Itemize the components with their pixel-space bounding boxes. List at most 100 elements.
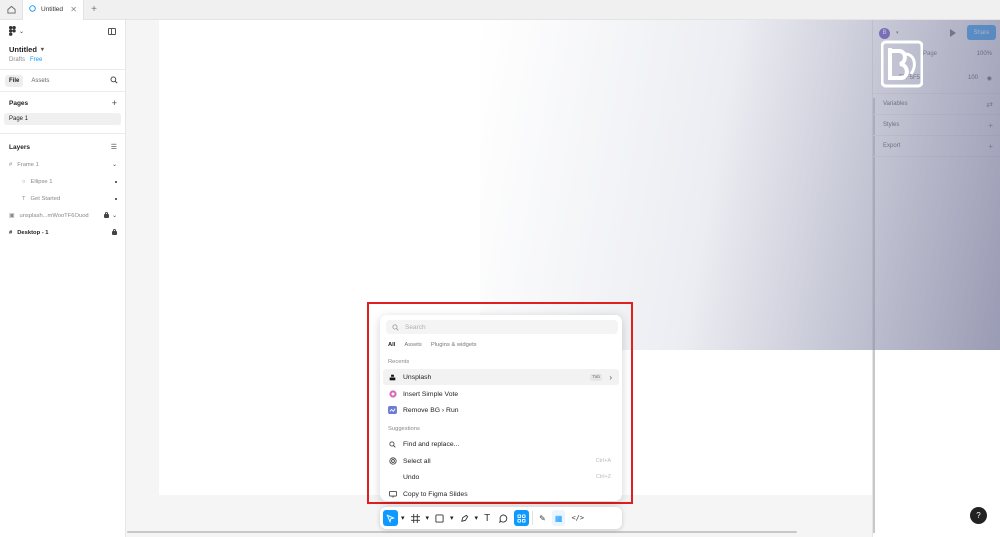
tab-assets[interactable]: Assets xyxy=(27,75,53,87)
text-icon: T xyxy=(22,195,26,202)
pen-tool-button[interactable] xyxy=(457,510,472,526)
chevron-down-icon[interactable]: ▾ xyxy=(896,30,899,36)
page-item[interactable]: Page 1 xyxy=(4,113,121,125)
chevron-down-icon[interactable]: ▾ xyxy=(426,514,430,522)
close-icon[interactable]: ✕ xyxy=(70,5,77,14)
add-style-icon[interactable]: + xyxy=(988,121,993,130)
comment-tool-button[interactable] xyxy=(496,510,511,526)
frame-tool-button[interactable] xyxy=(408,510,423,526)
item-label: Undo xyxy=(403,473,420,481)
recent-item-unsplash[interactable]: Unsplash Tab › xyxy=(383,369,619,385)
tab-bar: Untitled ✕ + xyxy=(0,0,1000,20)
chevron-right-icon[interactable]: › xyxy=(609,373,612,382)
vote-plugin-icon xyxy=(388,390,397,399)
fill-opacity[interactable]: 100 xyxy=(968,75,978,81)
item-label: Insert Simple Vote xyxy=(403,390,459,398)
chevron-down-icon[interactable]: ⌄ xyxy=(112,162,117,168)
tab-assets[interactable]: Assets xyxy=(402,341,423,349)
divider xyxy=(0,133,125,134)
layer-desktop[interactable]: # Desktop - 1 xyxy=(0,224,125,241)
tab-file[interactable]: File xyxy=(5,74,24,87)
actions-button[interactable] xyxy=(514,510,530,526)
page-label: Page xyxy=(923,51,938,57)
shortcut-text: Ctrl+Z xyxy=(595,474,611,480)
visibility-dot-icon[interactable] xyxy=(115,180,117,183)
frame-icon: # xyxy=(9,229,13,236)
undo-icon xyxy=(388,473,397,482)
plan-badge[interactable]: Free xyxy=(30,57,42,63)
search-icon xyxy=(392,323,399,331)
item-label: Find and replace... xyxy=(403,440,460,448)
present-icon[interactable] xyxy=(950,29,956,37)
chevron-down-icon: ▾ xyxy=(40,47,44,53)
move-tool-icon xyxy=(386,513,395,523)
visibility-dot-icon[interactable] xyxy=(115,197,117,200)
file-title[interactable]: Untitled ▾ xyxy=(9,45,116,54)
layer-label: unsplash...mWooTF6Ouod xyxy=(19,212,89,219)
recent-item-remove-bg[interactable]: Remove BG › Run xyxy=(383,402,619,418)
figma-file-icon xyxy=(29,5,36,14)
suggestion-find-replace[interactable]: Find and replace... xyxy=(383,436,619,452)
ellipse-icon: ○ xyxy=(22,178,26,185)
rectangle-tool-button[interactable] xyxy=(432,510,447,526)
shortcut-badge: Tab xyxy=(590,373,602,381)
styles-section: Styles + xyxy=(873,115,1000,136)
lock-icon[interactable] xyxy=(112,228,117,235)
layer-text[interactable]: T Get Started xyxy=(0,190,125,207)
quick-actions-search[interactable]: Search xyxy=(386,320,618,334)
layer-label: Get Started xyxy=(30,195,61,202)
chevron-down-icon[interactable]: ⌄ xyxy=(112,213,117,219)
figma-logo-icon xyxy=(9,26,16,36)
drafts-label[interactable]: Drafts xyxy=(9,57,25,63)
help-button[interactable]: ? xyxy=(970,507,987,524)
tab-all[interactable]: All xyxy=(386,341,397,349)
design-mode-button[interactable]: ▦ xyxy=(551,510,566,526)
suggestion-select-all[interactable]: Select all Ctrl+A xyxy=(383,453,619,469)
home-icon[interactable] xyxy=(0,0,22,20)
item-label: Select all xyxy=(403,457,431,465)
divider xyxy=(532,511,534,525)
rectangle-tool-icon xyxy=(435,513,444,523)
add-export-icon[interactable]: + xyxy=(988,142,993,151)
text-tool-button[interactable]: T xyxy=(481,510,493,526)
panel-tabs: File Assets xyxy=(0,70,125,92)
draw-mode-button[interactable]: ✎ xyxy=(536,510,549,526)
avatar[interactable]: B xyxy=(879,27,890,39)
main-menu-button[interactable]: ⌄ xyxy=(9,26,116,36)
pen-tool-icon xyxy=(460,514,468,522)
layers-heading-text: Layers xyxy=(9,143,30,151)
chevron-down-icon[interactable]: ▾ xyxy=(401,514,405,522)
layers-list-icon[interactable]: ☰ xyxy=(111,143,117,151)
new-tab-button[interactable]: + xyxy=(84,4,104,15)
left-panel: ⌄ Untitled ▾ Drafts Free File Assets Pag… xyxy=(0,20,126,537)
chevron-down-icon[interactable]: ▾ xyxy=(450,514,454,522)
move-tool-button[interactable] xyxy=(383,510,398,526)
search-icon[interactable] xyxy=(110,76,118,86)
recent-item-simple-vote[interactable]: Insert Simple Vote xyxy=(383,386,619,402)
layer-label: Frame 1 xyxy=(17,161,39,168)
share-button[interactable]: Share xyxy=(967,25,996,40)
layer-image[interactable]: ▣ unsplash...mWooTF6Ouod ⌄ xyxy=(0,207,125,224)
horizontal-scrollbar[interactable] xyxy=(127,531,797,533)
tab-plugins-widgets[interactable]: Plugins & widgets xyxy=(429,341,479,349)
file-header: ⌄ Untitled ▾ Drafts Free xyxy=(0,20,125,70)
comment-tool-icon xyxy=(499,513,508,523)
item-label: Remove BG › Run xyxy=(403,406,459,414)
styles-label: Styles xyxy=(883,122,900,128)
zoom-value[interactable]: 100% xyxy=(977,51,992,57)
chevron-down-icon[interactable]: ▾ xyxy=(475,514,479,522)
layer-frame[interactable]: # Frame 1 ⌄ xyxy=(0,156,125,173)
eye-icon[interactable]: ◉ xyxy=(987,75,992,82)
suggestion-undo[interactable]: Undo Ctrl+Z xyxy=(383,469,619,485)
lock-icon[interactable] xyxy=(104,211,110,218)
sidebar-toggle-icon[interactable] xyxy=(108,28,116,35)
suggestion-copy-to-slides[interactable]: Copy to Figma Slides xyxy=(383,486,619,501)
tab-untitled[interactable]: Untitled ✕ xyxy=(22,0,84,20)
variables-icon[interactable]: ⇄ xyxy=(986,100,993,109)
layer-ellipse[interactable]: ○ Ellipse 1 xyxy=(0,173,125,190)
recents-heading: Recents xyxy=(388,359,410,365)
add-page-icon[interactable]: + xyxy=(112,98,117,108)
dev-mode-button[interactable]: </> xyxy=(568,510,587,526)
vertical-scrollbar[interactable] xyxy=(873,98,875,533)
search-icon xyxy=(388,440,397,449)
